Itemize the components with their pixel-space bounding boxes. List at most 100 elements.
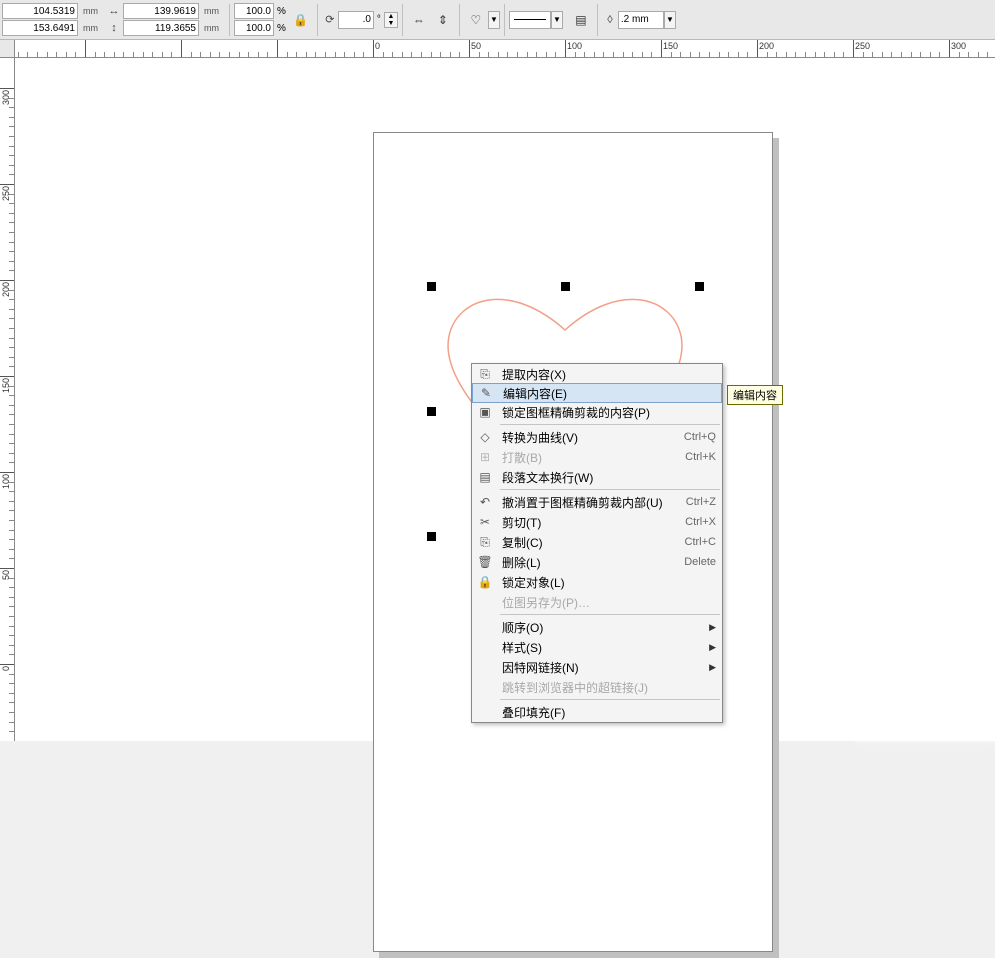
outline-style-preview[interactable]	[509, 11, 551, 29]
selection-handle-nw[interactable]	[427, 282, 436, 291]
percent-label: %	[274, 6, 289, 17]
menu-edit-contents[interactable]: ✎ 编辑内容(E)	[472, 383, 722, 403]
menu-label: 删除(L)	[498, 554, 676, 571]
menu-label: 样式(S)	[498, 639, 703, 656]
menu-label: 跳转到浏览器中的超链接(J)	[498, 679, 716, 696]
menu-separator	[500, 699, 720, 700]
menu-label: 锁定图框精确剪裁的内容(P)	[498, 404, 716, 421]
menu-separator	[500, 489, 720, 490]
position-x-input[interactable]	[2, 3, 78, 19]
unit-label: mm	[200, 23, 223, 33]
menu-label: 转换为曲线(V)	[498, 429, 676, 446]
menu-label: 剪切(T)	[498, 514, 677, 531]
selection-handle-n[interactable]	[561, 282, 570, 291]
menu-label: 锁定对象(L)	[498, 574, 716, 591]
menu-order[interactable]: 顺序(O) ▶	[472, 617, 722, 637]
menu-break-apart: ⊞ 打散(B) Ctrl+K	[472, 447, 722, 467]
toolbar-divider	[459, 4, 460, 36]
menu-convert-to-curves[interactable]: ◇ 转换为曲线(V) Ctrl+Q	[472, 427, 722, 447]
width-icon: ↔	[106, 3, 122, 19]
outline-width-input[interactable]	[618, 11, 664, 29]
toolbar-divider	[597, 4, 598, 36]
degree-label: °	[374, 14, 384, 25]
menu-label: 撤消置于图框精确剪裁内部(U)	[498, 494, 678, 511]
menu-label: 顺序(O)	[498, 619, 703, 636]
height-icon: ↕	[106, 20, 122, 36]
menu-label: 位图另存为(P)…	[498, 594, 716, 611]
toolbar-divider	[317, 4, 318, 36]
menu-label: 段落文本换行(W)	[498, 469, 716, 486]
unit-label: mm	[79, 6, 102, 16]
scale-y-input[interactable]	[234, 20, 274, 36]
menu-copy[interactable]: ⎘ 复制(C) Ctrl+C	[472, 532, 722, 552]
toolbar-divider	[504, 4, 505, 36]
scale-group: % %	[234, 3, 289, 36]
rotation-input[interactable]	[338, 11, 374, 29]
menu-label: 叠印填充(F)	[498, 704, 716, 721]
position-y-input[interactable]	[2, 20, 78, 36]
property-bar: mm mm ↔ mm ↕ mm % % 🔒 ⟳ ° ▲▼ ⇔	[0, 0, 995, 40]
blurred-region	[855, 651, 995, 741]
menu-jump-to-hyperlink: 跳转到浏览器中的超链接(J)	[472, 677, 722, 697]
submenu-arrow-icon: ▶	[703, 662, 716, 673]
menu-separator	[500, 424, 720, 425]
vertical-ruler[interactable]: 300250200150100500	[0, 58, 15, 741]
menu-overprint-fill[interactable]: 叠印填充(F)	[472, 702, 722, 722]
shape-dropdown[interactable]: ▼	[488, 11, 500, 29]
convert-icon: ◇	[472, 430, 498, 444]
menu-lock-powerclip[interactable]: ▣ 锁定图框精确剪裁的内容(P)	[472, 402, 722, 422]
menu-save-bitmap-as: 位图另存为(P)…	[472, 592, 722, 612]
outline-width-icon: ◊	[602, 12, 618, 28]
selection-handle-ne[interactable]	[695, 282, 704, 291]
scale-x-input[interactable]	[234, 3, 274, 19]
unit-label: mm	[79, 23, 102, 33]
menu-wrap-paragraph[interactable]: ▤ 段落文本换行(W)	[472, 467, 722, 487]
rotation-icon: ⟳	[322, 12, 338, 28]
menu-shortcut: Ctrl+Z	[678, 496, 716, 508]
lock-ratio-button[interactable]: 🔒	[290, 9, 312, 31]
rotation-spinner[interactable]: ▲▼	[384, 12, 398, 28]
selection-handle-w[interactable]	[427, 407, 436, 416]
menu-shortcut: Ctrl+X	[677, 516, 716, 528]
menu-separator	[500, 614, 720, 615]
wrap-text-button[interactable]: ▤	[570, 9, 592, 31]
lockclip-icon: ▣	[472, 405, 498, 419]
hover-tooltip: 编辑内容	[727, 385, 783, 405]
context-menu: ⎘ 提取内容(X) ✎ 编辑内容(E) ▣ 锁定图框精确剪裁的内容(P) ◇ 转…	[471, 363, 723, 723]
toolbar-divider	[402, 4, 403, 36]
submenu-arrow-icon: ▶	[703, 642, 716, 653]
lock-icon: 🔒	[472, 575, 498, 589]
delete-icon: 🗑	[472, 555, 498, 569]
shape-heart-button[interactable]: ♡	[465, 9, 487, 31]
edit-icon: ✎	[473, 386, 499, 400]
horizontal-ruler[interactable]: 050100150200250300	[15, 40, 995, 58]
width-input[interactable]	[123, 3, 199, 19]
menu-shortcut: Delete	[676, 556, 716, 568]
menu-shortcut: Ctrl+C	[677, 536, 716, 548]
menu-label: 打散(B)	[498, 449, 677, 466]
copy-icon: ⎘	[472, 535, 498, 550]
size-group: ↔ mm ↕ mm	[106, 3, 223, 36]
selection-handle-sw[interactable]	[427, 532, 436, 541]
outline-style-dropdown[interactable]: ▼	[551, 11, 563, 29]
menu-extract-contents[interactable]: ⎘ 提取内容(X)	[472, 364, 722, 384]
submenu-arrow-icon: ▶	[703, 622, 716, 633]
menu-style[interactable]: 样式(S) ▶	[472, 637, 722, 657]
menu-shortcut: Ctrl+K	[677, 451, 716, 463]
height-input[interactable]	[123, 20, 199, 36]
toolbar-divider	[229, 4, 230, 36]
mirror-v-button[interactable]: ⇕	[432, 9, 454, 31]
menu-internet-link[interactable]: 因特网链接(N) ▶	[472, 657, 722, 677]
mirror-h-button[interactable]: ⇔	[408, 9, 430, 31]
menu-lock-object[interactable]: 🔒 锁定对象(L)	[472, 572, 722, 592]
undo-icon: ↶	[472, 495, 498, 509]
paragraph-icon: ▤	[472, 470, 498, 484]
ruler-origin[interactable]	[0, 40, 15, 58]
menu-delete[interactable]: 🗑 删除(L) Delete	[472, 552, 722, 572]
menu-label: 复制(C)	[498, 534, 677, 551]
menu-label: 因特网链接(N)	[498, 659, 703, 676]
menu-cut[interactable]: ✂ 剪切(T) Ctrl+X	[472, 512, 722, 532]
outline-width-dropdown[interactable]: ▼	[664, 11, 676, 29]
percent-label: %	[274, 23, 289, 34]
menu-undo[interactable]: ↶ 撤消置于图框精确剪裁内部(U) Ctrl+Z	[472, 492, 722, 512]
